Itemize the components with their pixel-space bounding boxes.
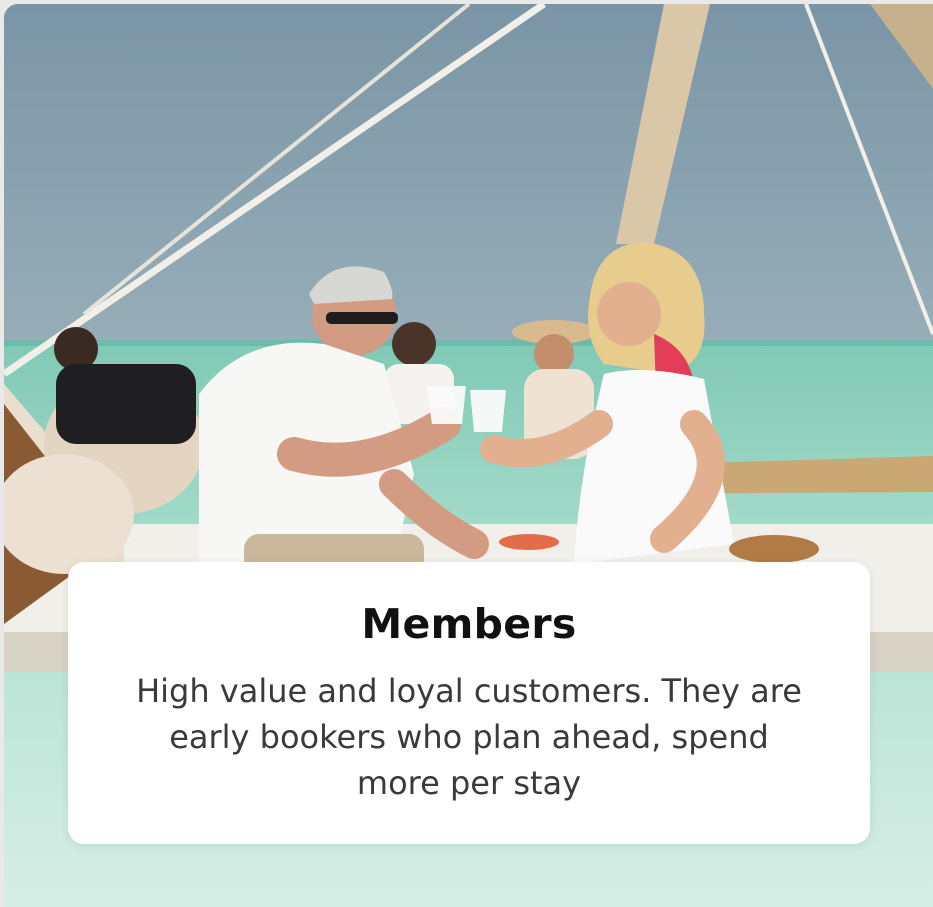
segment-description: High value and loyal customers. They are… xyxy=(136,672,802,802)
segment-card[interactable]: Members High value and loyal customers. … xyxy=(4,4,933,907)
segment-info-panel: Members High value and loyal customers. … xyxy=(68,562,870,844)
segment-title: Members xyxy=(361,600,577,648)
